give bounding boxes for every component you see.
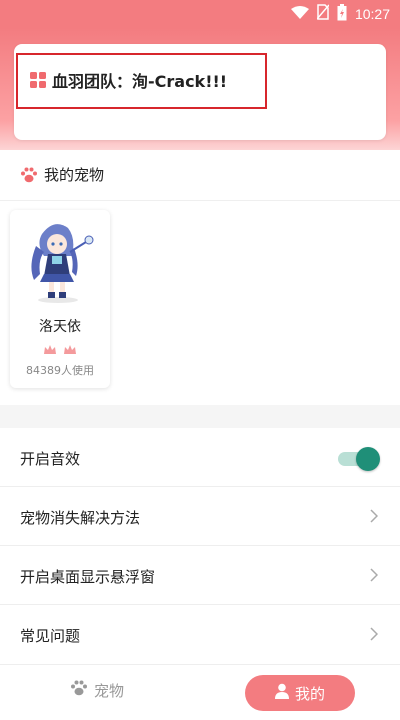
paw-icon bbox=[70, 679, 88, 701]
bottom-nav: 宠物 我的 bbox=[0, 664, 400, 720]
setting-label: 宠物消失解决方法 bbox=[20, 509, 141, 527]
nav-tab-pets[interactable]: 宠物 bbox=[70, 679, 124, 701]
pet-usage-count: 84389人使用 bbox=[26, 364, 94, 377]
pets-section: 我的宠物 洛天依 84389人使用 bbox=[0, 150, 400, 405]
grid-icon bbox=[30, 72, 46, 88]
setting-floating-window[interactable]: 开启桌面显示悬浮窗 bbox=[0, 546, 400, 605]
setting-sound[interactable]: 开启音效 bbox=[0, 428, 400, 487]
battery-icon bbox=[337, 3, 347, 25]
sound-toggle[interactable] bbox=[336, 446, 380, 472]
chevron-right-icon bbox=[370, 509, 378, 523]
status-icons: 10:27 bbox=[290, 3, 390, 25]
setting-faq[interactable]: 常见问题 bbox=[0, 605, 400, 664]
divider bbox=[0, 200, 400, 201]
nav-pets-label: 宠物 bbox=[94, 681, 125, 700]
crown-badge-icon bbox=[63, 342, 77, 356]
setting-pet-disappear[interactable]: 宠物消失解决方法 bbox=[0, 487, 400, 546]
setting-label: 开启音效 bbox=[20, 450, 81, 468]
team-text: 血羽团队：洵-Crack!!! bbox=[52, 72, 228, 91]
pet-card[interactable]: 洛天依 84389人使用 bbox=[10, 210, 110, 388]
team-banner: 血羽团队：洵-Crack!!! bbox=[30, 68, 227, 92]
pets-header: 我的宠物 bbox=[20, 164, 104, 185]
setting-label: 开启桌面显示悬浮窗 bbox=[20, 568, 156, 586]
paw-icon bbox=[20, 166, 38, 184]
status-bar: 10:27 bbox=[0, 0, 400, 28]
pet-name: 洛天依 bbox=[39, 319, 81, 335]
setting-label: 常见问题 bbox=[20, 627, 81, 645]
nav-tab-mine[interactable]: 我的 bbox=[245, 675, 355, 711]
wifi-icon bbox=[290, 5, 309, 24]
crown-badge-icon bbox=[43, 342, 57, 356]
pet-image bbox=[14, 216, 106, 308]
status-time: 10:27 bbox=[354, 6, 390, 22]
pets-title: 我的宠物 bbox=[44, 166, 105, 184]
user-icon bbox=[274, 683, 289, 703]
chevron-right-icon bbox=[370, 627, 378, 641]
toggle-knob bbox=[356, 447, 380, 471]
pet-badges bbox=[10, 342, 110, 356]
settings-list: 开启音效 宠物消失解决方法 开启桌面显示悬浮窗 常见问题 bbox=[0, 428, 400, 664]
nav-mine-label: 我的 bbox=[294, 684, 325, 703]
sim-off-icon bbox=[316, 4, 330, 24]
chevron-right-icon bbox=[370, 568, 378, 582]
